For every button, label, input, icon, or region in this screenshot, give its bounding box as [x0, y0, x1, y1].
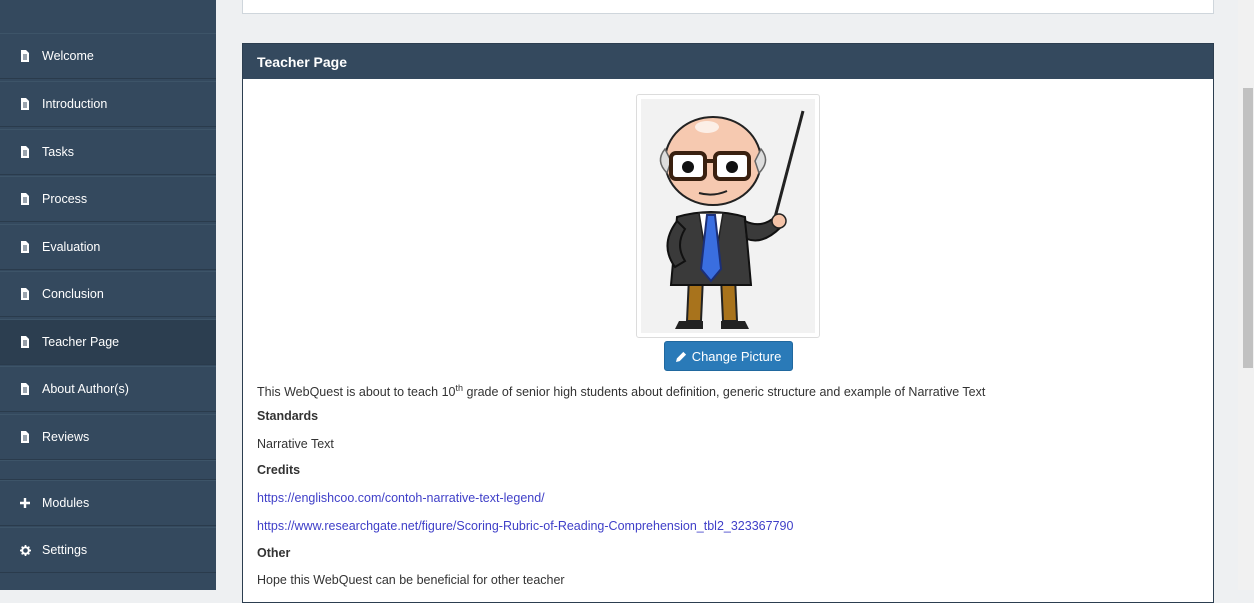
file-icon: [18, 146, 32, 158]
file-icon: [18, 431, 32, 443]
sidebar-item-label: Conclusion: [42, 287, 104, 301]
sidebar-item-label: Process: [42, 192, 88, 206]
sidebar-item-settings[interactable]: Settings: [0, 527, 216, 573]
file-icon: [18, 288, 32, 300]
standards-text: Narrative Text: [257, 437, 334, 451]
sidebar-item-welcome[interactable]: Welcome: [0, 33, 216, 79]
gear-icon: [18, 544, 32, 556]
sidebar-item-about-authors[interactable]: About Author(s): [0, 366, 216, 412]
file-icon: [18, 50, 32, 62]
file-icon: [18, 336, 32, 348]
sidebar-item-conclusion[interactable]: Conclusion: [0, 271, 216, 317]
sidebar-item-label: About Author(s): [42, 382, 129, 396]
credits-heading: Credits: [257, 463, 301, 477]
file-icon: [18, 241, 32, 253]
other-heading: Other: [257, 546, 291, 560]
teacher-picture-frame: [636, 94, 820, 338]
plus-icon: [18, 498, 32, 508]
sidebar-item-evaluation[interactable]: Evaluation: [0, 224, 216, 270]
sidebar-item-modules[interactable]: Modules: [0, 480, 216, 526]
file-icon: [18, 193, 32, 205]
sidebar-item-reviews[interactable]: Reviews: [0, 414, 216, 460]
sidebar-header: [0, 0, 216, 34]
credit-link[interactable]: https://www.researchgate.net/figure/Scor…: [257, 519, 793, 533]
teacher-picture: [641, 99, 815, 333]
sidebar-item-label: Modules: [42, 496, 90, 510]
sidebar-item-label: Reviews: [42, 430, 90, 444]
sidebar-item-label: Introduction: [42, 97, 108, 111]
sidebar-item-process[interactable]: Process: [0, 176, 216, 222]
description-text: This WebQuest is about to teach 10th gra…: [257, 383, 986, 400]
sidebar-item-label: Settings: [42, 543, 88, 557]
standards-heading: Standards: [257, 409, 319, 423]
sidebar-item-label: Tasks: [42, 145, 74, 159]
credit-link[interactable]: https://englishcoo.com/contoh-narrative-…: [257, 491, 545, 505]
file-icon: [18, 383, 32, 395]
sidebar-item-introduction[interactable]: Introduction: [0, 81, 216, 127]
scrollbar-thumb[interactable]: [1243, 88, 1253, 368]
change-picture-button[interactable]: Change Picture: [664, 341, 793, 371]
sidebar-item-label: Evaluation: [42, 240, 101, 254]
sidebar-divider: [0, 460, 216, 480]
sidebar-item-teacher-page[interactable]: Teacher Page: [0, 319, 216, 365]
pencil-icon: [675, 351, 686, 362]
sidebar-item-tasks[interactable]: Tasks: [0, 129, 216, 175]
sidebar: Welcome Introduction Tasks Process Evalu…: [0, 0, 216, 590]
teacher-page-panel: Teacher Page Change Picture This WebQues…: [242, 43, 1214, 603]
panel-title: Teacher Page: [243, 44, 1213, 79]
sidebar-item-label: Teacher Page: [42, 335, 120, 349]
change-picture-label: Change Picture: [691, 348, 782, 364]
previous-panel-bottom: [242, 0, 1214, 14]
sidebar-item-label: Welcome: [42, 49, 94, 63]
file-icon: [18, 98, 32, 110]
other-text: Hope this WebQuest can be beneficial for…: [257, 573, 565, 587]
